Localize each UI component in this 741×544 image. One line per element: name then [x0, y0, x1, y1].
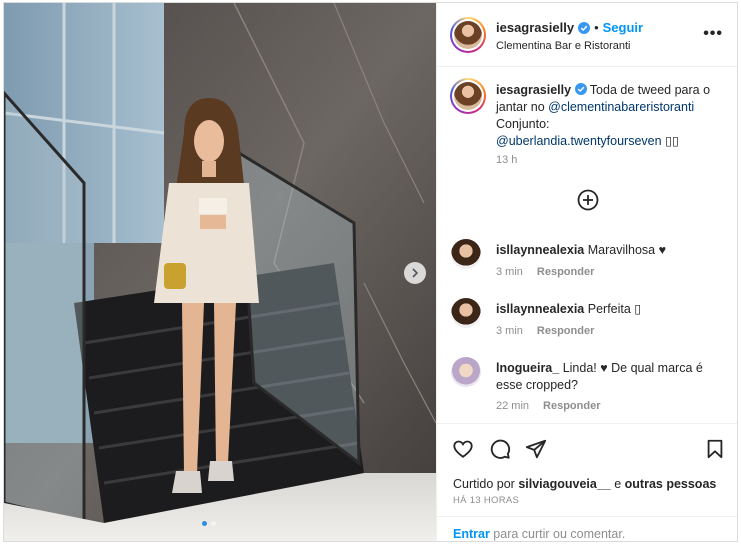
comment-time: 3 min	[496, 325, 523, 337]
separator: •	[594, 20, 599, 35]
caption-line-2: Conjunto:	[496, 117, 550, 131]
comment-username[interactable]: isllaynnealexia	[496, 302, 584, 316]
follow-button[interactable]: Seguir	[603, 20, 643, 35]
login-prompt: Entrar para curtir ou comentar.	[437, 516, 737, 542]
comment-text: Maravilhosa ♥	[587, 243, 667, 257]
more-options-icon[interactable]: •••	[703, 25, 723, 43]
next-photo-icon	[412, 268, 419, 278]
login-text: para curtir ou comentar.	[489, 527, 626, 541]
reply-button[interactable]: Responder	[543, 400, 600, 412]
caption-text: iesagrasielly Toda de tweed para o janta…	[496, 82, 721, 150]
post-dialog: iesagrasielly • Seguir Clementina Bar e …	[3, 2, 738, 542]
verified-icon	[574, 83, 587, 95]
save-icon[interactable]	[704, 438, 726, 460]
comment-time: 22 min	[496, 400, 530, 412]
liked-by-user[interactable]: silviagouveia__	[518, 477, 610, 491]
post-actions: Curtido por silviagouveia__ e outras pes…	[437, 423, 737, 541]
login-link[interactable]: Entrar	[453, 527, 490, 541]
heart-icon[interactable]	[452, 438, 474, 460]
post-age: HÁ 13 HORAS	[453, 495, 520, 506]
caption-avatar[interactable]	[450, 78, 486, 114]
caption-time: 13 h	[496, 154, 518, 166]
carousel-dots	[202, 521, 216, 526]
reply-button[interactable]: Responder	[537, 266, 594, 278]
author-avatar[interactable]	[450, 17, 486, 53]
comment-avatar[interactable]	[451, 239, 481, 269]
caption-emoji: ▯▯	[665, 134, 679, 148]
post-image	[4, 3, 436, 541]
post-location[interactable]: Clementina Bar e Ristoranti	[496, 40, 631, 52]
post-photo[interactable]	[4, 3, 436, 541]
post-header: iesagrasielly • Seguir Clementina Bar e …	[437, 3, 737, 67]
verified-icon	[578, 21, 591, 34]
comment-avatar[interactable]	[451, 357, 481, 387]
comment-icon[interactable]	[489, 438, 511, 460]
comment-username[interactable]: lnogueira_	[496, 361, 559, 375]
comment-time: 3 min	[496, 266, 523, 278]
post-side-panel: iesagrasielly • Seguir Clementina Bar e …	[436, 3, 737, 541]
caption-mention-outfit[interactable]: @uberlandia.twentyfourseven	[496, 134, 662, 148]
comment-text: Perfeita ▯	[587, 302, 642, 316]
next-photo-button[interactable]	[404, 262, 426, 284]
share-icon[interactable]	[525, 438, 547, 460]
reply-button[interactable]: Responder	[537, 325, 594, 337]
author-username[interactable]: iesagrasielly	[496, 20, 574, 35]
carousel-dot	[211, 521, 216, 526]
caption-mention-restaurant[interactable]: @clementinabareristoranti	[548, 100, 694, 114]
comment-avatar[interactable]	[451, 298, 481, 328]
likes-prefix: Curtido por	[453, 477, 519, 491]
caption-username[interactable]: iesagrasielly	[496, 83, 571, 97]
likes-summary: Curtido por silviagouveia__ e outras pes…	[453, 477, 716, 491]
comment-username[interactable]: isllaynnealexia	[496, 243, 584, 257]
load-more-comments-icon[interactable]	[577, 189, 599, 211]
likes-suffix: e	[610, 477, 625, 491]
carousel-dot-active	[202, 521, 207, 526]
liked-by-others[interactable]: outras pessoas	[625, 477, 717, 491]
